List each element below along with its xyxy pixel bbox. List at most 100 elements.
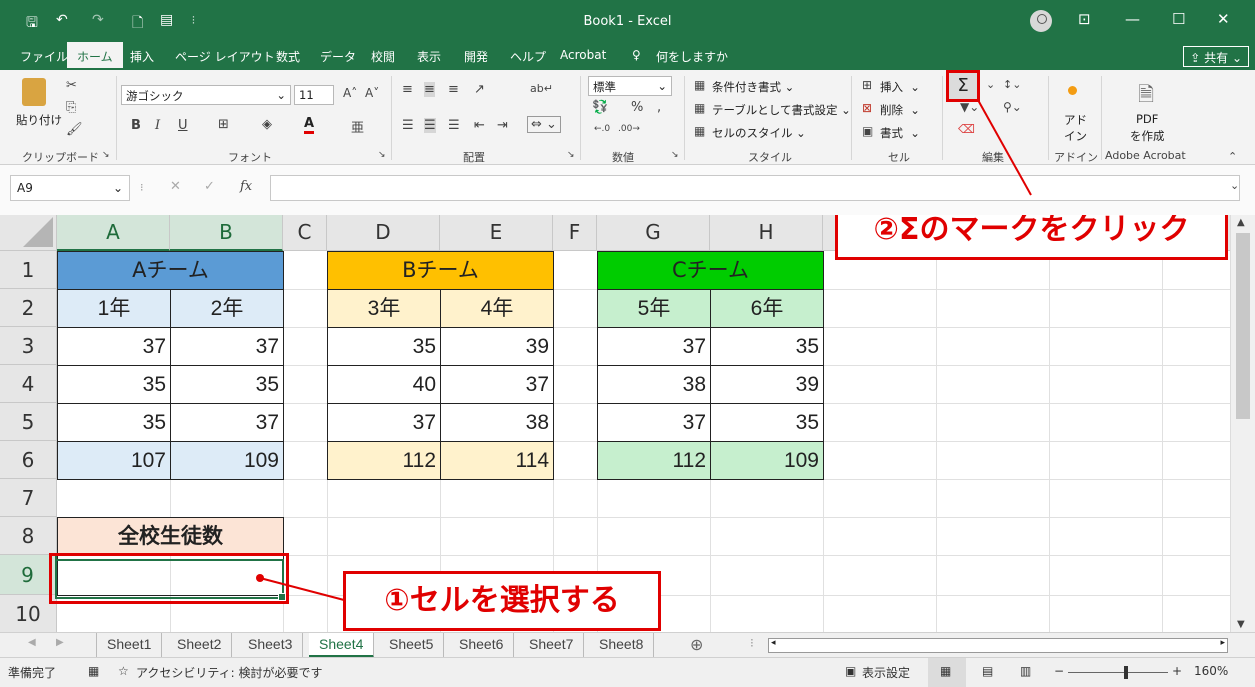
insert-function-icon[interactable]: fx	[240, 179, 252, 194]
underline-button[interactable]: U	[178, 118, 188, 133]
align-middle-icon[interactable]: ≡	[424, 82, 435, 97]
team-c-grade5-header[interactable]: 5年	[597, 289, 711, 328]
tab-help[interactable]: ヘルプ	[510, 48, 546, 65]
percent-button[interactable]: %	[631, 100, 643, 115]
align-top-icon[interactable]: ≡	[402, 82, 413, 97]
row-header-3[interactable]: 3	[0, 327, 57, 365]
team-b-grade3-header[interactable]: 3年	[327, 289, 441, 328]
team-b-cell[interactable]: 37	[327, 403, 441, 442]
scroll-up-icon[interactable]: ▲	[1237, 217, 1245, 228]
scroll-right-icon[interactable]: ▸	[1220, 638, 1225, 648]
team-c-cell[interactable]: 37	[597, 403, 711, 442]
column-header-a[interactable]: A	[57, 215, 170, 251]
sheet-tab-1[interactable]: Sheet1	[96, 633, 163, 658]
tab-view[interactable]: 表示	[417, 48, 441, 65]
column-header-h[interactable]: H	[710, 215, 823, 251]
merge-center-icon[interactable]: ⇔ ⌄	[527, 116, 561, 133]
zoom-level[interactable]: 160%	[1194, 664, 1228, 678]
zoom-out-icon[interactable]: −	[1054, 664, 1064, 678]
create-pdf-icon[interactable]: 🗎	[1138, 80, 1154, 114]
maximize-icon[interactable]: ☐	[1172, 10, 1185, 28]
team-b-cell[interactable]: 40	[327, 365, 441, 404]
conditional-format-button[interactable]: 条件付き書式 ⌄	[712, 79, 794, 95]
team-c-cell[interactable]: 35	[710, 327, 824, 366]
autosum-dropdown-icon[interactable]: ⌄	[986, 78, 995, 91]
team-a-cell[interactable]: 35	[170, 365, 284, 404]
sheet-tab-3[interactable]: Sheet3	[238, 633, 304, 658]
create-pdf-line2[interactable]: を作成	[1130, 128, 1165, 144]
font-color-button[interactable]: A	[304, 116, 315, 134]
team-c-cell[interactable]: 39	[710, 365, 824, 404]
decrease-decimal-icon[interactable]: .00→	[618, 124, 640, 134]
ribbon-display-icon[interactable]: ⊡	[1078, 10, 1091, 28]
format-as-table-button[interactable]: テーブルとして書式設定 ⌄	[712, 102, 851, 118]
macro-record-icon[interactable]: ▦	[88, 664, 99, 678]
row-header-5[interactable]: 5	[0, 403, 57, 441]
team-c-total[interactable]: 112	[597, 441, 711, 480]
find-select-icon[interactable]: ⚲⌄	[1003, 100, 1022, 114]
paste-icon[interactable]	[22, 78, 46, 106]
close-icon[interactable]: ✕	[1217, 10, 1230, 28]
sheet-tab-5[interactable]: Sheet5	[379, 633, 445, 658]
team-a-cell[interactable]: 37	[170, 327, 284, 366]
addins-button-line1[interactable]: アド	[1064, 112, 1087, 128]
team-a-cell[interactable]: 35	[57, 403, 171, 442]
cut-icon[interactable]: ✂	[66, 78, 77, 93]
sheet-tab-6[interactable]: Sheet6	[449, 633, 515, 658]
enter-icon[interactable]: ✓	[204, 179, 215, 194]
decrease-font-icon[interactable]: A˅	[365, 86, 379, 100]
italic-button[interactable]: I	[155, 118, 160, 133]
column-header-d[interactable]: D	[327, 215, 440, 251]
add-sheet-icon[interactable]: ⊕	[690, 635, 703, 654]
team-b-total[interactable]: 112	[327, 441, 441, 480]
format-painter-icon[interactable]: 🖌	[66, 122, 83, 137]
team-b-cell[interactable]: 35	[327, 327, 441, 366]
team-c-total[interactable]: 109	[710, 441, 824, 480]
row-header-7[interactable]: 7	[0, 479, 57, 517]
team-c-grade6-header[interactable]: 6年	[710, 289, 824, 328]
tab-acrobat[interactable]: Acrobat	[560, 48, 606, 62]
splitter-icon[interactable]: ⁝	[750, 636, 754, 650]
page-break-view-icon[interactable]: ▥	[1020, 664, 1031, 678]
team-c-cell[interactable]: 37	[597, 327, 711, 366]
currency-icon[interactable]: 💱	[592, 100, 608, 115]
align-left-icon[interactable]: ☰	[402, 118, 414, 133]
zoom-slider[interactable]	[1068, 672, 1168, 673]
team-b-cell[interactable]: 39	[440, 327, 554, 366]
select-all-corner[interactable]	[0, 215, 57, 251]
align-bottom-icon[interactable]: ≡	[448, 82, 459, 97]
tell-me-search[interactable]: 何をしますか	[656, 48, 728, 65]
bold-button[interactable]: B	[131, 118, 141, 133]
name-box[interactable]: A9 ⌄	[10, 175, 130, 201]
row-header-6[interactable]: 6	[0, 441, 57, 479]
horizontal-scrollbar[interactable]: ◂ ▸	[768, 638, 1228, 653]
dialog-launcher-icon[interactable]: ↘	[671, 150, 679, 160]
create-pdf-line1[interactable]: PDF	[1136, 112, 1158, 126]
font-size-select[interactable]: 11	[294, 85, 334, 105]
team-a-cell[interactable]: 37	[170, 403, 284, 442]
team-a-total[interactable]: 107	[57, 441, 171, 480]
format-cells-button[interactable]: 書式 ⌄	[880, 125, 920, 141]
dialog-launcher-icon[interactable]: ↘	[378, 150, 386, 160]
accessibility-status[interactable]: アクセシビリティ: 検討が必要です	[136, 664, 323, 681]
fill-color-icon[interactable]: ◈	[262, 117, 272, 132]
wrap-text-icon[interactable]: ab↵	[530, 82, 553, 95]
font-name-select[interactable]: 游ゴシック ⌄	[121, 85, 291, 105]
worksheet-grid[interactable]: A B C D E F G H 1 2 3 4 5 6 7 8 9 10 Aチー…	[0, 215, 1230, 632]
insert-cells-button[interactable]: 挿入 ⌄	[880, 79, 920, 95]
borders-icon[interactable]: ⊞	[218, 117, 229, 132]
align-center-icon[interactable]: ☰	[424, 118, 436, 133]
expand-formula-bar-icon[interactable]: ⌄	[1230, 179, 1239, 192]
team-b-total[interactable]: 114	[440, 441, 554, 480]
increase-indent-icon[interactable]: ⇥	[497, 118, 508, 133]
page-layout-view-icon[interactable]: ▤	[982, 664, 993, 678]
prev-sheet-icon[interactable]: ◀	[28, 637, 36, 648]
normal-view-icon[interactable]: ▦	[928, 658, 966, 687]
column-header-f[interactable]: F	[553, 215, 597, 251]
phonetic-icon[interactable]: 亜	[351, 117, 364, 136]
row-header-4[interactable]: 4	[0, 365, 57, 403]
tab-insert[interactable]: 挿入	[130, 48, 154, 65]
row-header-8[interactable]: 8	[0, 517, 57, 555]
display-settings-button[interactable]: 表示設定	[862, 664, 910, 681]
sheet-tab-4[interactable]: Sheet4	[309, 633, 375, 658]
